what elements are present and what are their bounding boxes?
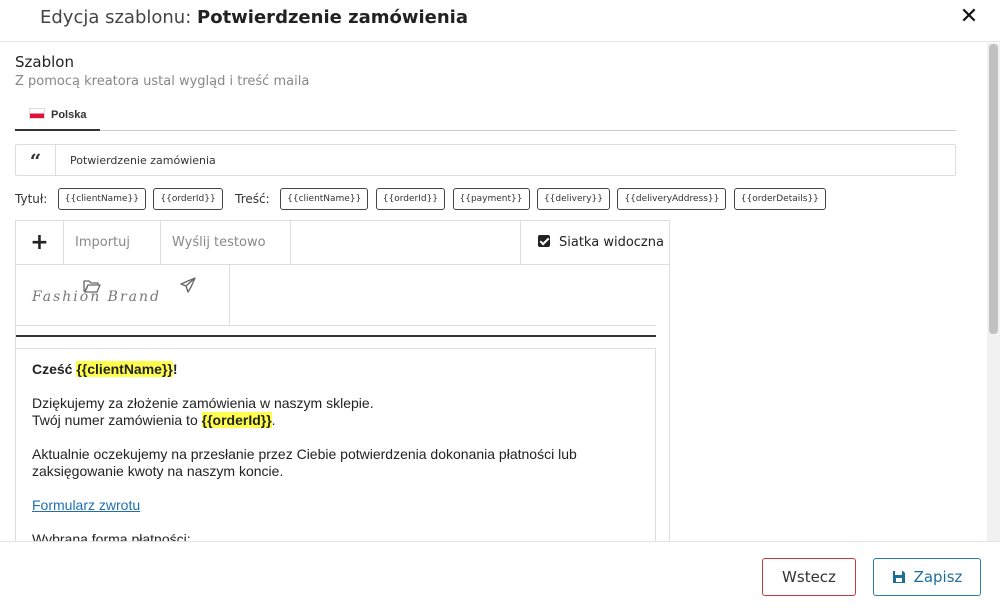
content-tag-delivery[interactable]: {{delivery}} — [536, 188, 610, 210]
greeting-line: Cześć {{clientName}}! — [32, 361, 639, 378]
content-tag-payment[interactable]: {{payment}} — [452, 188, 530, 210]
modal-header: Edycja szablonu: Potwierdzenie zamówieni… — [0, 0, 1000, 42]
modal-footer: Wstecz Zapisz — [0, 541, 1000, 608]
flag-poland-icon — [29, 108, 45, 119]
grid-visible-toggle[interactable]: Siatka widoczna — [520, 221, 669, 265]
grid-visible-label: Siatka widoczna — [559, 235, 664, 250]
variable-tags-row: Tytuł: {{clientName}} {{orderId}} Treść:… — [15, 188, 829, 210]
thanks-paragraph: Dziękujemy za złożenie zamówienia w nasz… — [32, 395, 639, 429]
logo-cell[interactable]: Fashion Brand — [16, 265, 230, 326]
greeting-text: Cześć — [32, 361, 73, 377]
content-tag-orderid[interactable]: {{orderId}} — [375, 188, 446, 210]
save-button-label: Zapisz — [913, 568, 963, 586]
send-test-label: Wyślij testowo — [172, 235, 266, 250]
content-tag-deliveryaddress[interactable]: {{deliveryAddress}} — [617, 188, 727, 210]
greeting-tag: {{clientName}} — [76, 361, 173, 377]
title-tag-clientname[interactable]: {{clientName}} — [57, 188, 146, 210]
editor-toolbar: + Importuj Wyślij testowo Siatka widoczn… — [16, 221, 669, 293]
tab-polska[interactable]: Polska — [15, 101, 100, 131]
tab-polska-label: Polska — [51, 109, 87, 121]
divider-line — [16, 335, 656, 337]
import-label: Importuj — [75, 235, 130, 250]
content-tag-orderdetails[interactable]: {{orderDetails}} — [733, 188, 826, 210]
template-name: Potwierdzenie zamówienia — [197, 7, 468, 28]
floppy-disk-icon — [892, 571, 905, 583]
order-line: Twój numer zamówienia to — [32, 412, 198, 428]
waiting-paragraph: Aktualnie oczekujemy na przesłanie przez… — [32, 446, 577, 479]
title-tag-orderid[interactable]: {{orderId}} — [153, 188, 223, 210]
title-tags-label: Tytuł: — [15, 192, 48, 206]
greeting-end: ! — [172, 361, 178, 377]
modal-title-prefix: Edycja szablonu: — [40, 7, 192, 28]
order-end: . — [271, 412, 276, 428]
subject-row: “ — [15, 144, 956, 176]
send-test-button[interactable]: Wyślij testowo — [161, 221, 291, 293]
content-tag-clientname[interactable]: {{clientName}} — [280, 188, 369, 210]
email-editor: + Importuj Wyślij testowo Siatka widoczn… — [15, 220, 670, 541]
return-form-link[interactable]: Formularz zwrotu — [32, 497, 140, 513]
modal-body: Szablon Z pomocą kreatora ustal wygląd i… — [0, 43, 987, 541]
quote-icon: “ — [16, 145, 56, 175]
order-tag: {{orderId}} — [201, 412, 272, 428]
brand-logo: Fashion Brand — [32, 289, 161, 305]
close-icon[interactable]: ✕ — [958, 6, 980, 28]
back-button[interactable]: Wstecz — [762, 558, 856, 596]
section-subtitle: Z pomocą kreatora ustal wygląd i treść m… — [15, 74, 310, 89]
mail-content-block[interactable]: Cześć {{clientName}}! Dziękujemy za złoż… — [16, 348, 656, 541]
subject-input[interactable] — [57, 145, 947, 175]
vertical-scrollbar[interactable] — [987, 43, 1000, 541]
language-tabs: Polska — [15, 101, 956, 131]
grid-visible-checkbox[interactable] — [538, 235, 550, 247]
logo-block[interactable]: Fashion Brand — [16, 265, 656, 326]
scrollbar-thumb[interactable] — [989, 44, 998, 334]
import-button[interactable]: Importuj — [64, 221, 161, 293]
add-block-button[interactable]: + — [16, 221, 64, 265]
thanks-line: Dziękujemy za złożenie zamówienia w nasz… — [32, 395, 374, 411]
plus-icon: + — [30, 230, 49, 255]
back-button-label: Wstecz — [782, 568, 836, 586]
section-title: Szablon — [15, 53, 74, 71]
content-tags-label: Treść: — [235, 192, 270, 206]
modal-title: Edycja szablonu: Potwierdzenie zamówieni… — [40, 7, 468, 28]
save-button[interactable]: Zapisz — [873, 558, 981, 596]
payment-label: Wybrana forma płatności: — [32, 531, 191, 541]
